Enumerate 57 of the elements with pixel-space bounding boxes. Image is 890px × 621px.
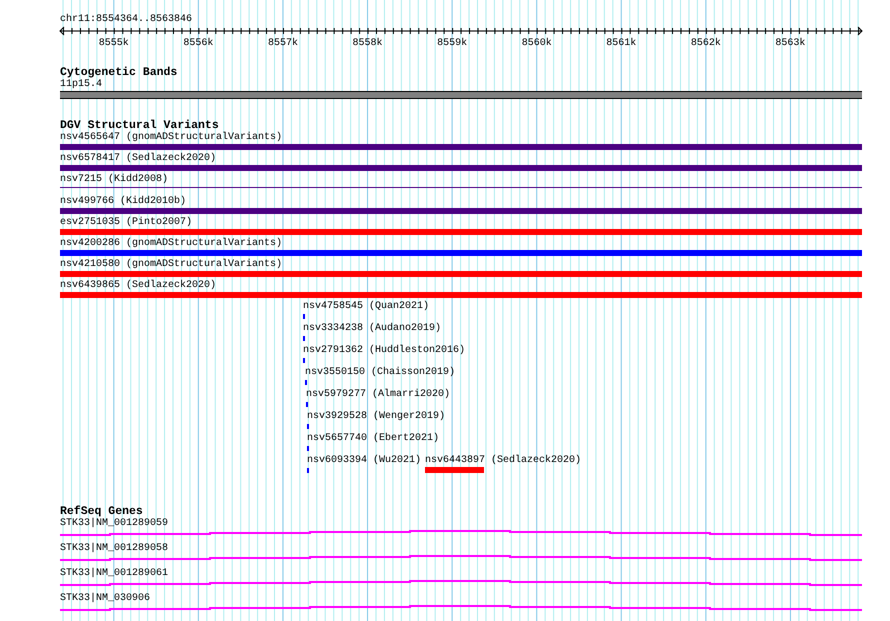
variant-label: nsv6093394 (Wu2021) bbox=[307, 455, 422, 467]
ruler-label: chr11:8554364..8563846 bbox=[60, 14, 192, 26]
transcript-label: STK33|NM_030906 bbox=[60, 593, 150, 605]
variant-tick[interactable] bbox=[303, 358, 305, 363]
ruler-tick-label: 8560k bbox=[522, 38, 552, 49]
transcript-line[interactable] bbox=[60, 580, 862, 586]
variant-label: nsv3334238 (Audano2019) bbox=[303, 323, 442, 335]
variant-label: nsv499766 (Kidd2010b) bbox=[60, 196, 186, 208]
variant-bar[interactable] bbox=[60, 250, 862, 256]
variant-bar[interactable] bbox=[60, 229, 862, 235]
variant-line[interactable] bbox=[60, 187, 862, 188]
variant-label: esv2751035 (Pinto2007) bbox=[60, 217, 192, 229]
variant-label: nsv2791362 (Huddleston2016) bbox=[303, 345, 466, 357]
cytoband-bar[interactable] bbox=[60, 91, 862, 99]
variant-label: nsv4210580 (gnomADStructuralVariants) bbox=[60, 259, 282, 271]
variant-tick[interactable] bbox=[306, 402, 308, 407]
transcript-label: STK33|NM_001289058 bbox=[60, 543, 168, 555]
variant-label: nsv7215 (Kidd2008) bbox=[60, 174, 168, 186]
track-title: RefSeq Genes bbox=[60, 506, 143, 518]
variant-label: nsv4758545 (Quan2021) bbox=[303, 301, 430, 313]
ruler-tick-label: 8563k bbox=[775, 38, 806, 49]
variant-label: nsv3550150 (Chaisson2019) bbox=[305, 367, 456, 379]
ruler-tick-label: 8562k bbox=[690, 38, 721, 49]
ruler-tick-label: 8555k bbox=[98, 38, 129, 49]
track-title: Cytogenetic Bands bbox=[60, 67, 178, 79]
ruler-tick-label: 8557k bbox=[268, 38, 298, 49]
variant-tick[interactable] bbox=[303, 314, 305, 319]
variant-tick[interactable] bbox=[307, 424, 309, 429]
transcript-line[interactable] bbox=[60, 530, 862, 536]
variant-label: nsv5979277 (Almarri2020) bbox=[306, 389, 450, 401]
variant-bar[interactable] bbox=[60, 271, 862, 277]
variant-label: nsv4565647 (gnomADStructuralVariants) bbox=[60, 132, 282, 144]
variant-tick[interactable] bbox=[305, 380, 307, 385]
ruler-tick-label: 8559k bbox=[437, 38, 468, 49]
variant-bar[interactable] bbox=[60, 208, 862, 214]
variant-label: nsv3929528 (Wenger2019) bbox=[307, 411, 446, 423]
variant-label: nsv4200286 (gnomADStructuralVariants) bbox=[60, 238, 282, 250]
variant-tick[interactable] bbox=[307, 468, 309, 473]
variant-label: nsv6578417 (Sedlazeck2020) bbox=[60, 153, 216, 165]
transcript-line[interactable] bbox=[60, 605, 862, 611]
ruler-tick-label: 8558k bbox=[352, 38, 383, 49]
variant-tick[interactable] bbox=[303, 336, 305, 341]
variant-label: nsv5657740 (Ebert2021) bbox=[307, 433, 440, 445]
ruler-tick-label: 8556k bbox=[183, 38, 214, 49]
band-label: 11p15.4 bbox=[60, 79, 102, 91]
variant-bar[interactable] bbox=[60, 165, 862, 171]
variant-label: nsv6443897 (Sedlazeck2020) bbox=[425, 455, 582, 467]
ruler-tick-label: 8561k bbox=[606, 38, 636, 49]
transcript-line[interactable] bbox=[60, 555, 862, 561]
transcript-label: STK33|NM_001289061 bbox=[60, 568, 168, 580]
transcript-label: STK33|NM_001289059 bbox=[60, 518, 168, 530]
variant-label: nsv6439865 (Sedlazeck2020) bbox=[60, 280, 216, 292]
variant-bar[interactable] bbox=[60, 144, 862, 150]
variant-tick[interactable] bbox=[307, 446, 309, 451]
variant-bar[interactable] bbox=[425, 467, 484, 473]
variant-bar[interactable] bbox=[60, 292, 862, 298]
track-title: DGV Structural Variants bbox=[60, 120, 219, 132]
